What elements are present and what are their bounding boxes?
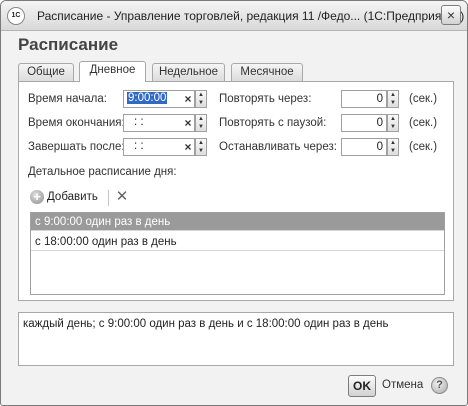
app-logo-icon: 1С bbox=[7, 7, 25, 25]
spin-up-icon[interactable]: ▲ bbox=[388, 91, 398, 99]
repeat-pause-spinner[interactable]: ▲ ▼ bbox=[387, 114, 399, 132]
tab-general[interactable]: Общие bbox=[18, 63, 74, 81]
stop-after-unit: (сек.) bbox=[409, 141, 438, 153]
list-item[interactable]: с 9:00:00 один раз в день bbox=[31, 213, 444, 231]
end-time-field[interactable]: : : × bbox=[123, 114, 195, 132]
detail-schedule-label: Детальное расписание дня: bbox=[28, 166, 177, 178]
tab-weekly[interactable]: Недельное bbox=[152, 63, 225, 81]
toolbar-divider bbox=[108, 190, 109, 206]
spin-up-icon[interactable]: ▲ bbox=[196, 139, 206, 147]
start-time-value: 9:00:00 bbox=[127, 92, 168, 104]
dialog-window: 1С Расписание - Управление торговлей, ре… bbox=[0, 0, 468, 406]
schedule-list[interactable]: с 9:00:00 один раз в день с 18:00:00 оди… bbox=[30, 212, 445, 295]
summary-text: каждый день; с 9:00:00 один раз в день и… bbox=[23, 318, 389, 330]
spin-down-icon[interactable]: ▼ bbox=[388, 147, 398, 155]
window-title: Расписание - Управление торговлей, редак… bbox=[37, 9, 465, 23]
clear-end-time-icon[interactable]: × bbox=[181, 115, 195, 131]
spin-down-icon[interactable]: ▼ bbox=[388, 123, 398, 131]
repeat-every-label: Повторять через: bbox=[219, 93, 312, 105]
end-time-label: Время окончания: bbox=[28, 117, 125, 129]
spin-down-icon[interactable]: ▼ bbox=[196, 123, 206, 131]
title-bar[interactable]: 1С Расписание - Управление торговлей, ре… bbox=[1, 1, 467, 31]
repeat-every-spinner[interactable]: ▲ ▼ bbox=[387, 90, 399, 108]
end-time-spinner[interactable]: ▲ ▼ bbox=[195, 114, 207, 132]
add-button-label: Добавить bbox=[47, 191, 98, 203]
stop-after-spinner[interactable]: ▲ ▼ bbox=[387, 138, 399, 156]
start-time-spinner[interactable]: ▲ ▼ bbox=[195, 90, 207, 108]
repeat-every-input[interactable]: 0 bbox=[341, 90, 387, 108]
spin-down-icon[interactable]: ▼ bbox=[196, 147, 206, 155]
daily-schedule-panel: Время начала: 9:00:00 × ▲ ▼ Время оконча… bbox=[18, 81, 454, 301]
delete-icon[interactable]: ✕ bbox=[114, 188, 130, 206]
spin-down-icon[interactable]: ▼ bbox=[196, 99, 206, 107]
help-icon[interactable]: ? bbox=[431, 377, 448, 394]
start-time-field[interactable]: 9:00:00 × bbox=[123, 90, 195, 108]
repeat-every-unit: (сек.) bbox=[409, 93, 438, 105]
schedule-summary: каждый день; с 9:00:00 один раз в день и… bbox=[18, 312, 454, 366]
clear-finish-after-icon[interactable]: × bbox=[181, 139, 195, 155]
page-title: Расписание bbox=[18, 35, 119, 54]
repeat-pause-label: Повторять с паузой: bbox=[219, 117, 327, 129]
finish-after-field[interactable]: : : × bbox=[123, 138, 195, 156]
repeat-pause-unit: (сек.) bbox=[409, 117, 438, 129]
spin-up-icon[interactable]: ▲ bbox=[388, 115, 398, 123]
stop-after-label: Останавливать через: bbox=[219, 141, 337, 153]
start-time-label: Время начала: bbox=[28, 93, 107, 105]
tab-monthly[interactable]: Месячное bbox=[231, 63, 303, 81]
add-icon: + bbox=[30, 190, 44, 204]
spin-up-icon[interactable]: ▲ bbox=[196, 91, 206, 99]
stop-after-input[interactable]: 0 bbox=[341, 138, 387, 156]
clear-start-time-icon[interactable]: × bbox=[181, 91, 195, 107]
close-window-button[interactable]: × bbox=[441, 5, 461, 25]
spin-up-icon[interactable]: ▲ bbox=[388, 139, 398, 147]
list-item[interactable]: с 18:00:00 один раз в день bbox=[31, 233, 444, 251]
finish-after-spinner[interactable]: ▲ ▼ bbox=[195, 138, 207, 156]
finish-after-label: Завершать после: bbox=[28, 141, 125, 153]
spin-up-icon[interactable]: ▲ bbox=[196, 115, 206, 123]
cancel-button[interactable]: Отмена bbox=[382, 379, 423, 391]
repeat-pause-input[interactable]: 0 bbox=[341, 114, 387, 132]
ok-button[interactable]: OK bbox=[348, 375, 376, 397]
finish-after-value: : : bbox=[134, 140, 144, 152]
spin-down-icon[interactable]: ▼ bbox=[388, 99, 398, 107]
end-time-value: : : bbox=[134, 116, 144, 128]
tab-daily[interactable]: Дневное bbox=[79, 61, 146, 82]
